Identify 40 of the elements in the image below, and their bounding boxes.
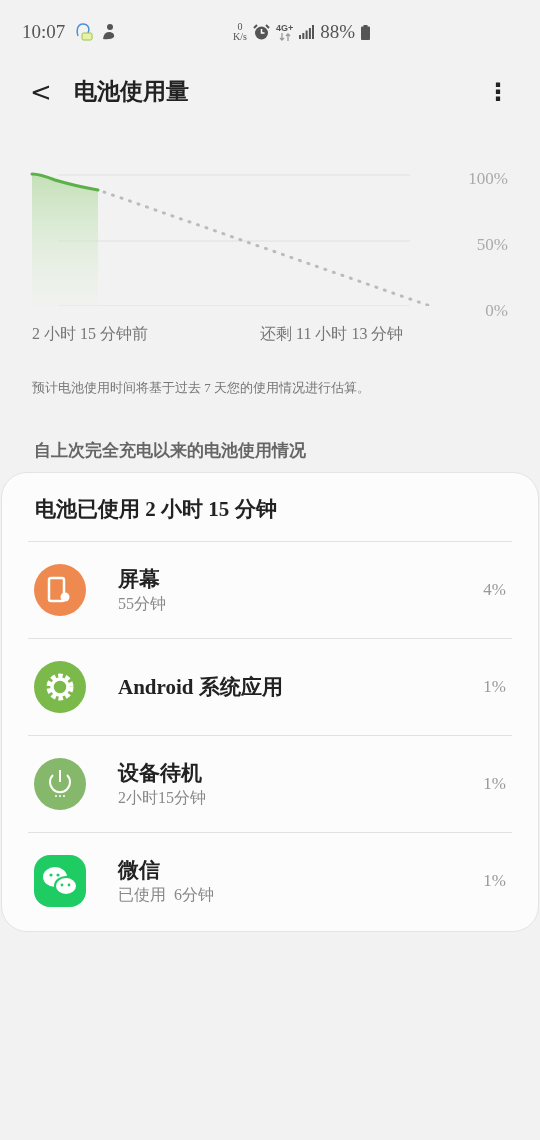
- speed-unit: K/s: [233, 32, 247, 42]
- usage-row[interactable]: Android 系统应用 1%: [28, 637, 512, 735]
- usage-percent: 1%: [483, 772, 506, 795]
- status-time: 10:07: [22, 19, 66, 44]
- axis-label: 100%: [468, 170, 508, 187]
- usage-row[interactable]: 屏幕 55分钟 4%: [28, 540, 512, 638]
- back-button[interactable]: <: [26, 79, 56, 105]
- chat-bubbles-icon: [34, 854, 86, 907]
- usage-duration: 2小时15分钟: [118, 787, 206, 808]
- usage-duration: 已使用 6分钟: [118, 884, 214, 905]
- app-name: 微信: [118, 856, 161, 884]
- start-time-label: 2 小时 15 分钟前: [32, 326, 148, 342]
- signal-icon: [299, 25, 315, 39]
- card-title: 电池已使用 2 小时 15 分钟: [35, 497, 277, 521]
- remaining-time-label: 还剩 11 小时 13 分钟: [260, 326, 404, 342]
- data-arrows-icon: [278, 32, 291, 41]
- battery-percent: 88%: [320, 19, 355, 44]
- usage-row[interactable]: 微信 已使用 6分钟 1%: [28, 831, 512, 929]
- screen-icon: [34, 563, 86, 616]
- page-title: 电池使用量: [74, 77, 189, 106]
- usage-row[interactable]: 设备待机 2小时15分钟 1%: [28, 734, 512, 832]
- app-name: 屏幕: [118, 565, 161, 593]
- usage-percent: 1%: [483, 675, 506, 698]
- axis-label: 50%: [476, 236, 508, 253]
- usage-percent: 1%: [483, 869, 506, 892]
- network-type: 4G+: [275, 23, 294, 33]
- more-options-button[interactable]: ⋮: [486, 80, 510, 104]
- gear-icon: [34, 660, 86, 713]
- estimate-note: 预计电池使用时间将基于过去 7 天您的使用情况进行估算。: [31, 379, 371, 397]
- battery-icon: [361, 24, 370, 40]
- speed-value: 0: [237, 22, 243, 32]
- section-heading: 自上次完全充电以来的电池使用情况: [33, 439, 307, 462]
- chat-bubble-icon: [75, 22, 94, 42]
- app-name: Android 系统应用: [118, 673, 283, 701]
- usage-percent: 4%: [483, 578, 506, 601]
- app-name: 设备待机: [118, 759, 203, 787]
- usage-duration: 55分钟: [118, 593, 166, 614]
- alarm-clock-icon: [252, 23, 270, 41]
- power-icon: [34, 757, 86, 810]
- axis-label: 0%: [485, 302, 508, 319]
